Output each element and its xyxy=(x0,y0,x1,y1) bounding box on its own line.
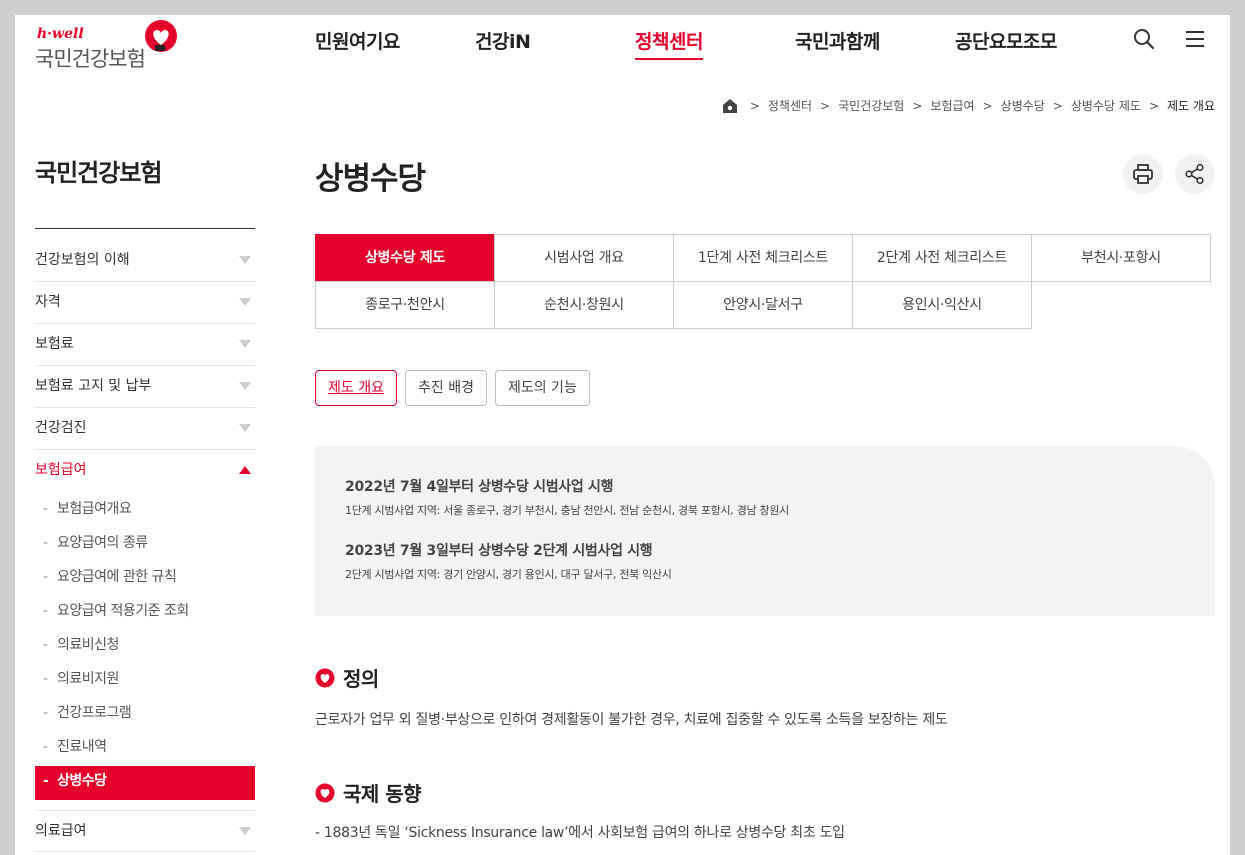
subtab-functions[interactable]: 제도의 기능 xyxy=(494,370,590,406)
sidebar-item-understanding[interactable]: 건강보험의 이해 xyxy=(35,240,255,282)
page-title: 상병수당 xyxy=(315,161,426,197)
tab-anyang-dalseo[interactable]: 안양시·달서구 xyxy=(673,281,853,329)
hamburger-icon[interactable] xyxy=(1183,27,1207,51)
tab-checklist-2[interactable]: 2단계 사전 체크리스트 xyxy=(852,234,1032,282)
share-icon xyxy=(1185,163,1204,185)
sidebar-submenu: 보험급여개요 요양급여의 종류 요양급여에 관한 규칙 요양급여 적용기준 조회… xyxy=(35,492,255,800)
sidebar-menu: 건강보험의 이해 자격 보험료 보험료 고지 및 납부 건강검진 보험급여 보험… xyxy=(35,240,255,852)
logo-name: 국민건강보험 xyxy=(35,47,146,71)
sidebar-subitem[interactable]: 진료내역 xyxy=(35,732,255,766)
breadcrumb-item[interactable]: 국민건강보험 xyxy=(838,97,904,114)
chevron-down-icon xyxy=(239,340,251,348)
sidebar-title: 국민건강보험 xyxy=(35,159,162,187)
chevron-down-icon xyxy=(239,424,251,432)
search-icon[interactable] xyxy=(1132,27,1156,51)
nav-item-minwon[interactable]: 민원여기요 xyxy=(315,27,400,54)
sidebar-item-label: 건강검진 xyxy=(35,420,87,436)
info-block: 2023년 7월 3일부터 상병수당 2단계 시범사업 시행 2단계 시범사업 … xyxy=(345,540,1185,582)
sidebar-subitem[interactable]: 요양급여에 관한 규칙 xyxy=(35,562,255,596)
breadcrumb-separator: > xyxy=(749,98,760,113)
chevron-down-icon xyxy=(239,256,251,264)
info-block: 2022년 7월 4일부터 상병수당 시범사업 시행 1단계 시범사업 지역: … xyxy=(345,476,1185,518)
sidebar-subitem[interactable]: 의료비지원 xyxy=(35,664,255,698)
heart-icon xyxy=(145,20,177,52)
section-text: 근로자가 업무 외 질병·부상으로 인하여 경제활동이 불가한 경우, 치료에 … xyxy=(315,712,948,728)
sidebar-subitem[interactable]: 요양급여의 종류 xyxy=(35,528,255,562)
sidebar-item-qualification[interactable]: 자격 xyxy=(35,282,255,324)
subtab-overview[interactable]: 제도 개요 xyxy=(315,370,397,406)
section-title-text: 국제 동향 xyxy=(343,782,422,806)
breadcrumb-separator: > xyxy=(982,98,993,113)
sidebar-subitem[interactable]: 요양급여 적용기준 조회 xyxy=(35,596,255,630)
nav-item-with-people[interactable]: 국민과함께 xyxy=(795,27,880,54)
tab-pilot-overview[interactable]: 시범사업 개요 xyxy=(494,234,674,282)
tab-yongin-iksan[interactable]: 용인시·익산시 xyxy=(852,281,1032,329)
print-icon xyxy=(1133,164,1153,184)
subtab-background[interactable]: 추진 배경 xyxy=(404,370,487,406)
sidebar-item-premium-payment[interactable]: 보험료 고지 및 납부 xyxy=(35,366,255,408)
breadcrumb-item[interactable]: 보험급여 xyxy=(930,97,974,114)
info-detail: 2단계 시범사업 지역: 경기 안양시, 경기 용인시, 대구 달서구, 전북 … xyxy=(345,568,672,581)
info-heading: 2023년 7월 3일부터 상병수당 2단계 시범사업 시행 xyxy=(345,543,653,559)
logo[interactable]: h·well 국민건강보험 xyxy=(35,20,185,78)
sub-tabs: 제도 개요 추진 배경 제도의 기능 xyxy=(315,370,590,406)
section-title-text: 정의 xyxy=(343,667,379,691)
sidebar-item-benefits[interactable]: 보험급여 xyxy=(35,450,255,492)
chevron-down-icon xyxy=(239,827,251,835)
nav-item-health-in[interactable]: 건강iN xyxy=(475,27,531,54)
section-title-international: 국제 동향 xyxy=(315,778,422,807)
breadcrumb-item[interactable]: 상병수당 xyxy=(1001,97,1045,114)
sidebar-item-premium[interactable]: 보험료 xyxy=(35,324,255,366)
nav-item-policy-center[interactable]: 정책센터 xyxy=(635,27,703,60)
tab-jongno-cheonan[interactable]: 종로구·천안시 xyxy=(315,281,495,329)
share-button[interactable] xyxy=(1175,154,1215,194)
section-title-definition: 정의 xyxy=(315,663,379,692)
sidebar-item-label: 의료급여 xyxy=(35,823,87,839)
breadcrumb: > 정책센터 > 국민건강보험 > 보험급여 > 상병수당 > 상병수당 제도 … xyxy=(722,97,1215,114)
breadcrumb-separator: > xyxy=(1148,98,1160,113)
sidebar-item-label: 자격 xyxy=(35,294,61,310)
info-heading: 2022년 7월 4일부터 상병수당 시범사업 시행 xyxy=(345,479,614,495)
sidebar-divider xyxy=(35,228,255,229)
sidebar-subitem-active[interactable]: 상병수당 xyxy=(35,766,255,800)
home-icon[interactable] xyxy=(722,98,738,114)
sidebar-item-label: 보험료 xyxy=(35,336,74,352)
chevron-down-icon xyxy=(239,298,251,306)
tab-checklist-1[interactable]: 1단계 사전 체크리스트 xyxy=(673,234,853,282)
nav-item-about[interactable]: 공단요모조모 xyxy=(955,27,1057,54)
chevron-up-icon xyxy=(239,466,251,474)
sidebar-item-label: 건강보험의 이해 xyxy=(35,252,130,268)
info-detail: 1단계 시범사업 지역: 서울 종로구, 경기 부천시, 충남 천안시, 전남 … xyxy=(345,504,789,517)
sidebar-subitem[interactable]: 보험급여개요 xyxy=(35,494,255,528)
tab-suncheon-changwon[interactable]: 순천시·창원시 xyxy=(494,281,674,329)
sidebar-subitem[interactable]: 건강프로그램 xyxy=(35,698,255,732)
sidebar-item-label: 보험급여 xyxy=(35,462,87,478)
info-box: 2022년 7월 4일부터 상병수당 시범사업 시행 1단계 시범사업 지역: … xyxy=(315,446,1215,616)
print-button[interactable] xyxy=(1123,154,1163,194)
logo-tagline: h·well xyxy=(37,26,84,42)
sidebar-item-medical-aid[interactable]: 의료급여 xyxy=(35,810,255,852)
sidebar-subitem[interactable]: 의료비신청 xyxy=(35,630,255,664)
breadcrumb-item[interactable]: 정책센터 xyxy=(768,97,812,114)
breadcrumb-separator: > xyxy=(1052,98,1063,113)
breadcrumb-separator: > xyxy=(820,98,831,113)
breadcrumb-item[interactable]: 상병수당 제도 xyxy=(1071,97,1141,114)
page-frame: h·well 국민건강보험 민원여기요 건강iN 정책센터 국민과함께 공단요모… xyxy=(15,15,1230,855)
breadcrumb-current: 제도 개요 xyxy=(1167,99,1215,113)
heart-bullet-icon xyxy=(315,783,335,802)
breadcrumb-separator: > xyxy=(912,98,923,113)
tab-bucheon-pohang[interactable]: 부천시·포항시 xyxy=(1031,234,1211,282)
section-text: - 1883년 독일 ‘Sickness Insurance law’에서 사회… xyxy=(315,825,845,841)
tab-system[interactable]: 상병수당 제도 xyxy=(315,234,495,282)
chevron-down-icon xyxy=(239,382,251,390)
sidebar-item-label: 보험료 고지 및 납부 xyxy=(35,378,152,394)
heart-bullet-icon xyxy=(315,668,335,687)
sidebar-item-checkup[interactable]: 건강검진 xyxy=(35,408,255,450)
